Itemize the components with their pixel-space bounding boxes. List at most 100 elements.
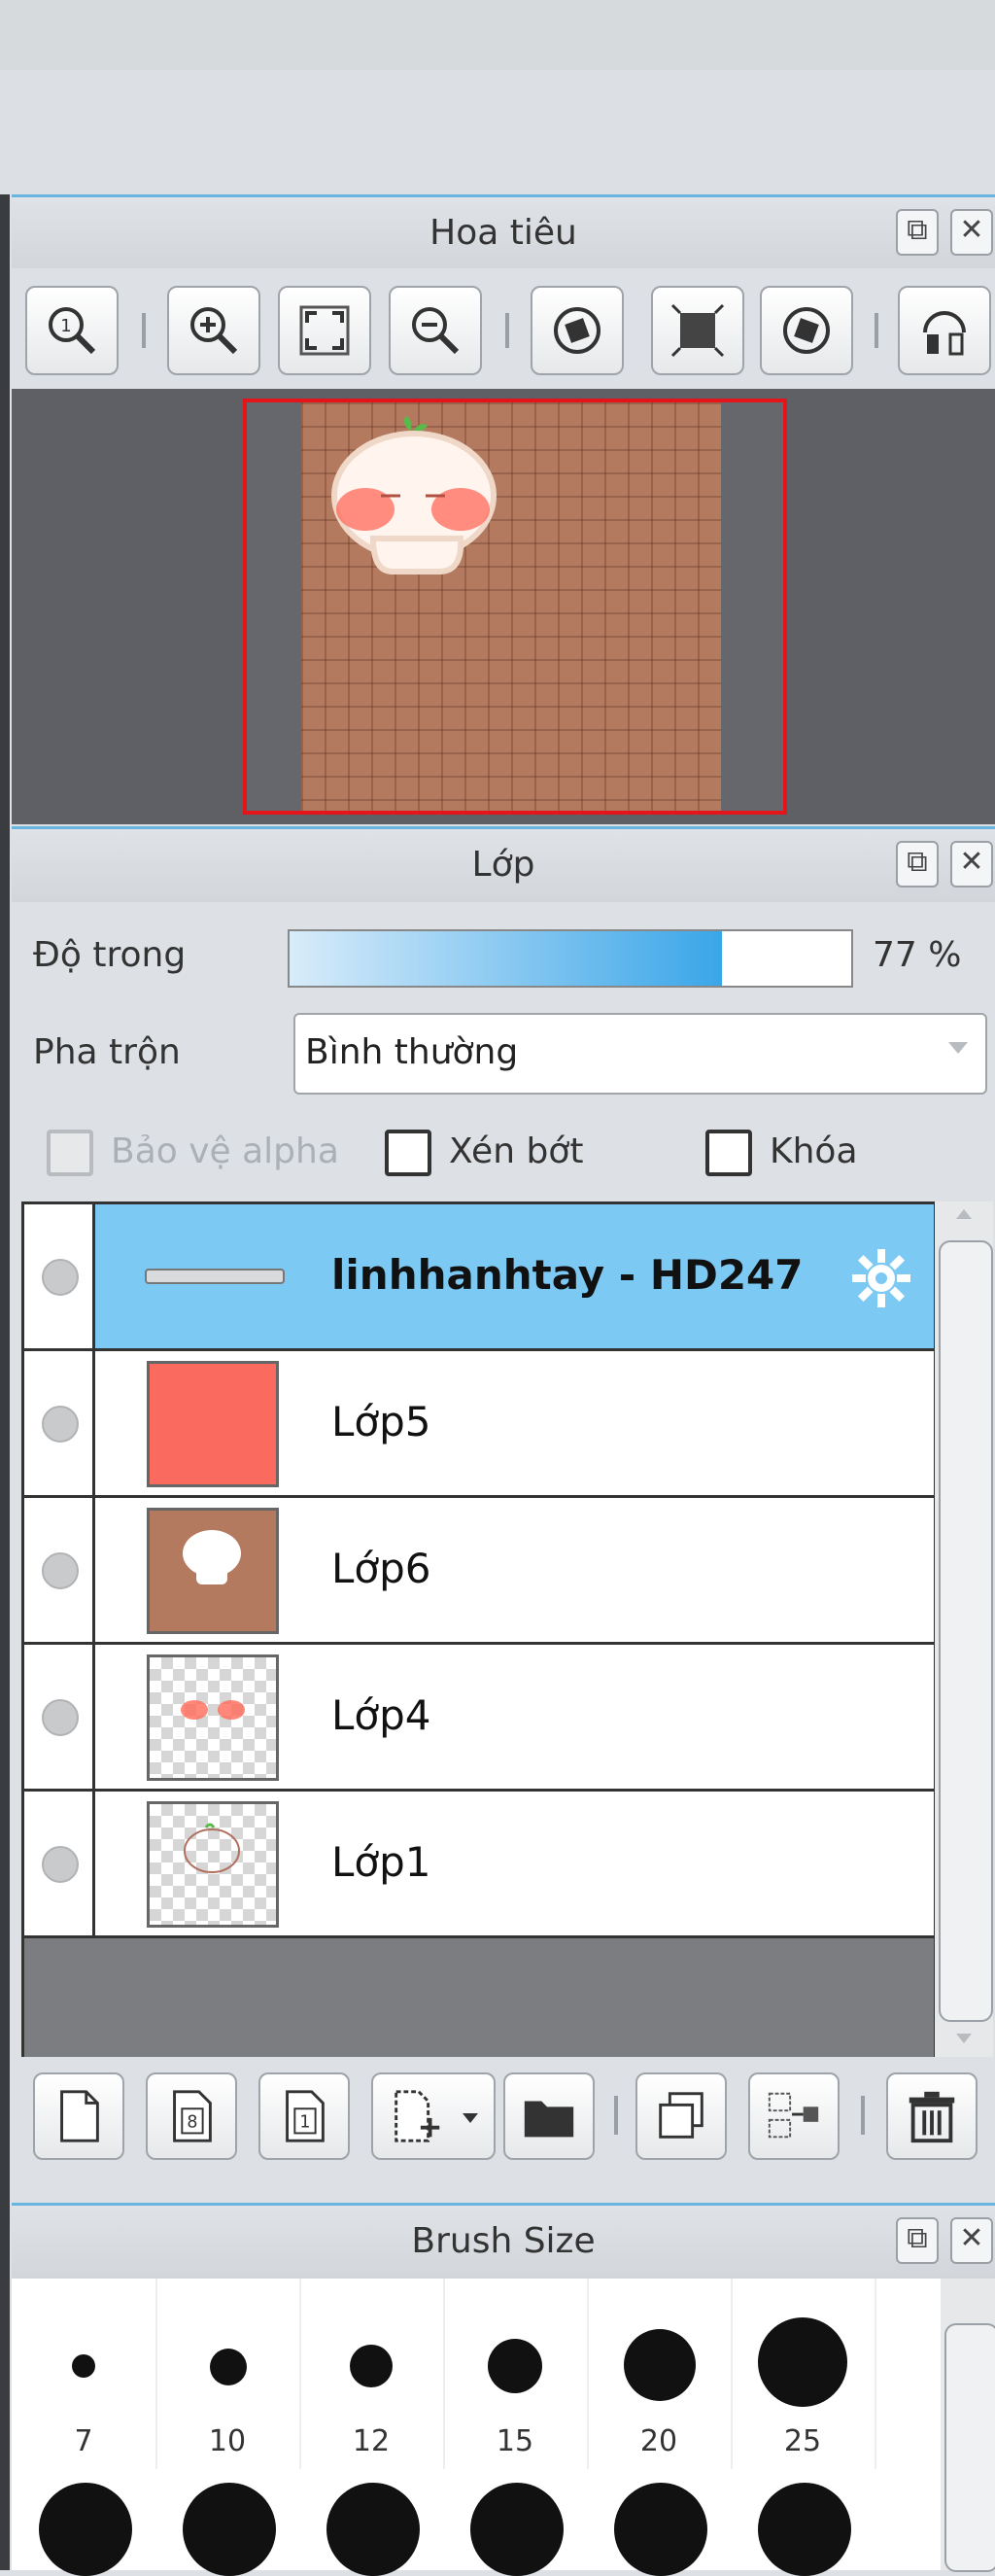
brush-dot[interactable] xyxy=(470,2483,564,2576)
layer-list: linhhanhtay - HD247 Lớp5 Lớp6 Lớp4 Lớp1 xyxy=(21,1201,937,2063)
layer-name: Lớp5 xyxy=(331,1398,431,1445)
brush-dot xyxy=(350,2345,393,2387)
brush-size-option[interactable]: 15 xyxy=(443,2279,589,2469)
navigator-header: Hoa tiêu ⧉ ✕ xyxy=(12,194,995,271)
fit-screen-icon xyxy=(299,305,350,356)
visibility-icon xyxy=(42,1259,79,1296)
fit-screen-button[interactable] xyxy=(278,286,371,375)
layer-row[interactable]: Lớp4 xyxy=(24,1645,934,1792)
blend-mode-select[interactable]: Bình thường xyxy=(293,1013,987,1095)
brush-size-option[interactable]: 10 xyxy=(155,2279,301,2469)
blend-mode-value: Bình thường xyxy=(305,1032,519,1072)
brush-dot[interactable] xyxy=(183,2483,276,2576)
rotate-left-button[interactable] xyxy=(531,286,624,375)
brush-size-option[interactable]: 12 xyxy=(299,2279,445,2469)
visibility-toggle[interactable] xyxy=(24,1204,95,1348)
layer-thumbnail xyxy=(147,1508,279,1634)
brush-dot[interactable] xyxy=(614,2483,707,2576)
close-icon[interactable]: ✕ xyxy=(950,2217,993,2264)
chevron-down-icon xyxy=(463,2113,478,2123)
visibility-toggle[interactable] xyxy=(24,1498,95,1642)
layer-row[interactable]: Lớp5 xyxy=(24,1351,934,1498)
protect-alpha-checkbox[interactable] xyxy=(47,1130,93,1176)
rotate-left-icon xyxy=(554,307,600,354)
add-layer-dropdown-button[interactable] xyxy=(371,2072,496,2160)
layer-name: Lớp4 xyxy=(331,1691,431,1739)
layer-thumbnail xyxy=(147,1654,279,1781)
lock-checkbox[interactable] xyxy=(705,1130,752,1176)
brush-size-value: 10 xyxy=(208,2424,247,2458)
visibility-icon xyxy=(42,1699,79,1736)
brush-size-value: 20 xyxy=(639,2424,678,2458)
delete-layer-button[interactable] xyxy=(886,2072,978,2160)
svg-text:1: 1 xyxy=(299,2113,310,2133)
popout-icon[interactable]: ⧉ xyxy=(896,841,939,888)
brush-size-scrollbar[interactable] xyxy=(941,2279,995,2572)
brush-size-option[interactable]: 7 xyxy=(12,2279,157,2469)
gear-icon[interactable] xyxy=(850,1247,912,1309)
flip-button[interactable] xyxy=(651,286,744,375)
folder-icon xyxy=(524,2101,574,2138)
scrollbar-thumb[interactable] xyxy=(939,1240,993,2022)
layer-8bit-icon: 8 xyxy=(173,2090,212,2142)
new-layer-button[interactable] xyxy=(33,2072,124,2160)
folder-thumbnail xyxy=(145,1269,285,1284)
opacity-label: Độ trong xyxy=(33,935,187,975)
new-page-icon xyxy=(60,2090,99,2142)
flip-icon xyxy=(670,303,725,358)
mochi-character-image xyxy=(331,416,497,574)
new-8bit-layer-button[interactable]: 8 xyxy=(146,2072,237,2160)
brush-size-value: 12 xyxy=(352,2424,391,2458)
lock-label: Khóa xyxy=(770,1131,858,1171)
scroll-down-icon[interactable] xyxy=(956,2034,972,2043)
brush-dot[interactable] xyxy=(39,2483,132,2576)
merge-icon xyxy=(768,2092,819,2139)
scroll-up-icon[interactable] xyxy=(956,1209,972,1219)
zoom-actual-button[interactable]: 1 xyxy=(25,286,119,375)
scrollbar-thumb[interactable] xyxy=(944,2323,995,2572)
layer-row[interactable]: linhhanhtay - HD247 xyxy=(24,1204,934,1351)
layer-name: Lớp1 xyxy=(331,1838,431,1886)
brush-dot xyxy=(72,2354,95,2378)
layer-list-scrollbar[interactable] xyxy=(935,1201,993,2057)
new-folder-button[interactable] xyxy=(503,2072,595,2160)
layer-row[interactable]: Lớp6 xyxy=(24,1498,934,1645)
zoom-in-button[interactable] xyxy=(167,286,260,375)
navigator-title: Hoa tiêu xyxy=(429,213,577,253)
title-bar xyxy=(0,0,995,70)
popout-icon[interactable]: ⧉ xyxy=(896,2217,939,2264)
clip-checkbox[interactable] xyxy=(385,1130,431,1176)
close-icon[interactable]: ✕ xyxy=(950,841,993,888)
visibility-toggle[interactable] xyxy=(24,1351,95,1495)
brush-size-header: Brush Size ⧉ ✕ xyxy=(12,2203,995,2280)
opacity-value: 77 % xyxy=(873,935,962,975)
visibility-toggle[interactable] xyxy=(24,1792,95,1935)
opacity-slider[interactable] xyxy=(288,929,853,988)
close-icon[interactable]: ✕ xyxy=(950,209,993,256)
merge-layer-button[interactable] xyxy=(748,2072,840,2160)
layers-title: Lớp xyxy=(471,845,535,885)
zoom-actual-icon: 1 xyxy=(49,307,96,355)
brush-size-option[interactable]: 20 xyxy=(587,2279,733,2469)
visibility-icon xyxy=(42,1406,79,1443)
canvas-edge xyxy=(0,194,10,2570)
svg-text:1: 1 xyxy=(60,316,71,336)
brush-dot xyxy=(624,2329,696,2401)
brush-dot[interactable] xyxy=(758,2483,851,2576)
brush-dot xyxy=(488,2339,542,2393)
svg-text:8: 8 xyxy=(187,2113,197,2133)
visibility-toggle[interactable] xyxy=(24,1645,95,1789)
new-1bit-layer-button[interactable]: 1 xyxy=(258,2072,350,2160)
brush-size-option[interactable]: 25 xyxy=(731,2279,876,2469)
brush-size-grid: 7 10 12 15 20 25 xyxy=(12,2279,941,2576)
clip-label: Xén bớt xyxy=(449,1131,584,1171)
reset-rotation-button[interactable] xyxy=(898,286,991,375)
zoom-out-button[interactable] xyxy=(389,286,482,375)
rotate-right-button[interactable] xyxy=(760,286,853,375)
duplicate-layer-button[interactable] xyxy=(635,2072,727,2160)
brush-dot[interactable] xyxy=(326,2483,420,2576)
opacity-slider-fill xyxy=(290,931,723,986)
popout-icon[interactable]: ⧉ xyxy=(896,209,939,256)
layer-row[interactable]: Lớp1 xyxy=(24,1792,934,1938)
visibility-icon xyxy=(42,1846,79,1883)
